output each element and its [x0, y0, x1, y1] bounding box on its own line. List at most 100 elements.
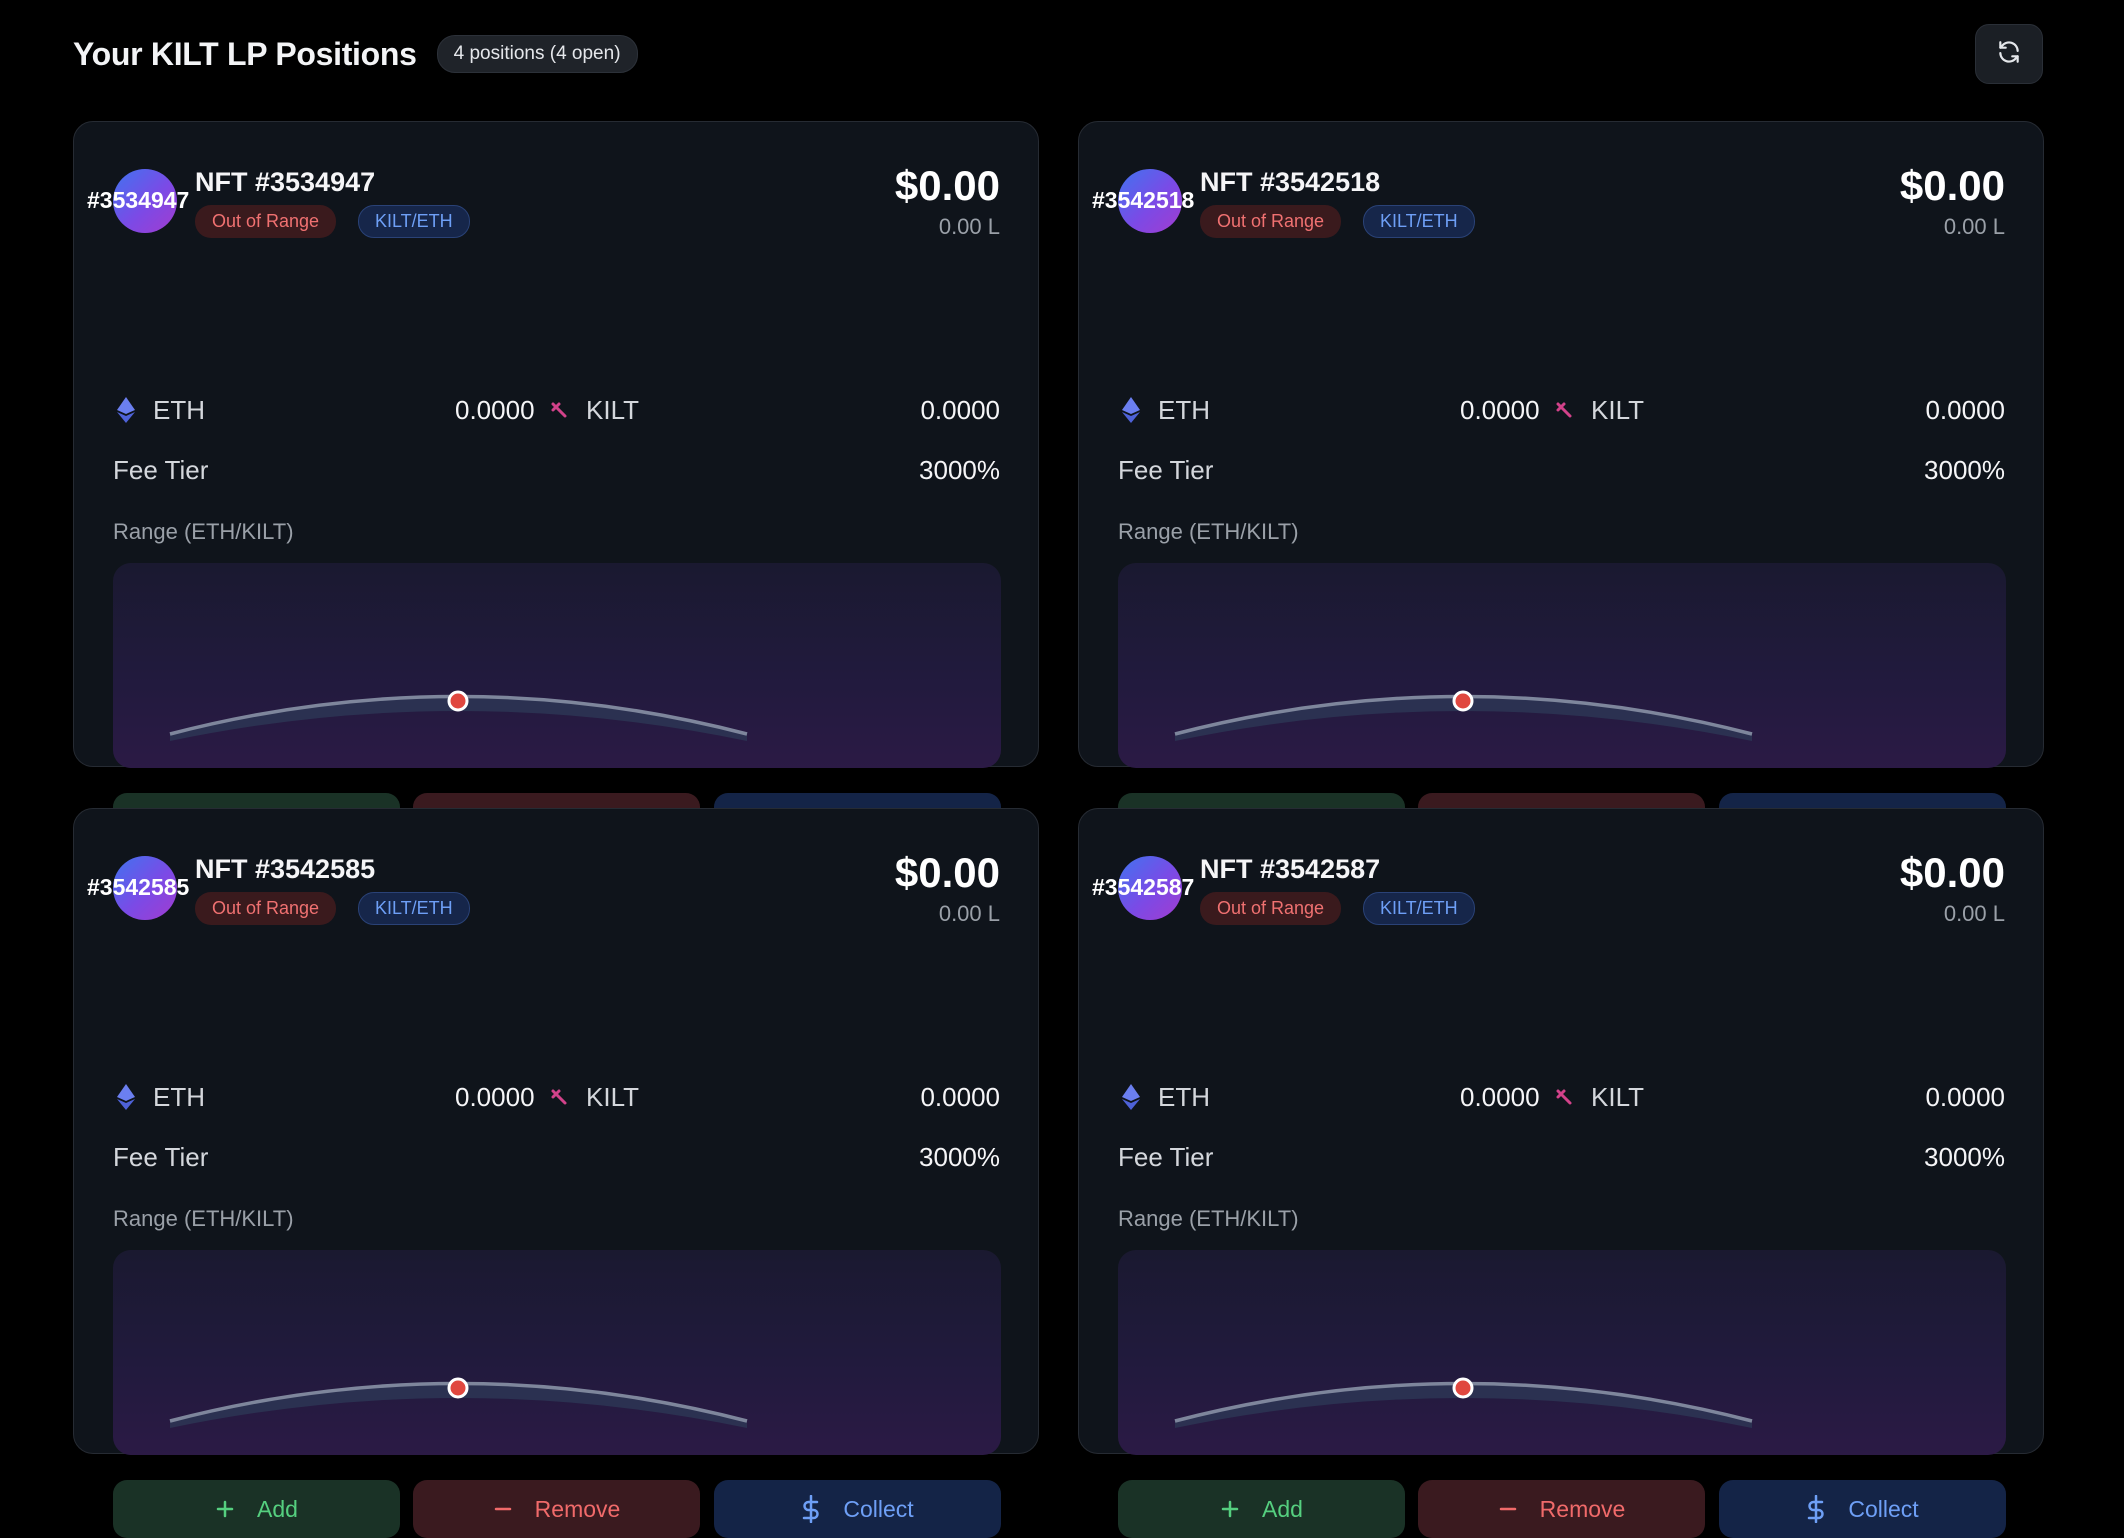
nft-title: NFT #3534947 — [195, 167, 376, 197]
kilt-amount: 0.0000 — [1925, 1081, 2005, 1112]
range-chart — [1118, 1250, 2006, 1455]
position-card: #3542518 NFT #3542518 Out of Range KILT/… — [1078, 121, 2044, 851]
pair-badge: KILT/ETH — [358, 205, 470, 238]
pair-badge: KILT/ETH — [358, 892, 470, 925]
eth-icon — [1118, 1084, 1144, 1110]
status-badge: Out of Range — [1200, 892, 1342, 925]
minus-icon — [493, 1499, 513, 1519]
kilt-token: KILT — [546, 390, 639, 430]
kilt-symbol: KILT — [586, 394, 639, 425]
kilt-icon — [546, 1084, 572, 1110]
collect-label: Collect — [1848, 1495, 1919, 1522]
eth-symbol: ETH — [1158, 1081, 1210, 1112]
card-header: #3534947 NFT #3534947 Out of Range KILT/… — [74, 122, 1038, 252]
fee-tier-value: 3000% — [1924, 455, 2005, 485]
fee-tier-label: Fee Tier — [113, 1142, 209, 1172]
plus-icon — [215, 1499, 235, 1519]
range-label: Range (ETH/KILT) — [1118, 1206, 1299, 1231]
pair-badge: KILT/ETH — [1363, 205, 1475, 238]
range-curve — [169, 690, 748, 741]
nft-title: NFT #3542518 — [1200, 167, 1381, 197]
kilt-token: KILT — [1551, 1077, 1644, 1117]
add-liquidity-button[interactable]: Add — [1118, 1480, 1405, 1538]
refresh-icon — [1996, 39, 2022, 70]
kilt-icon — [1551, 397, 1577, 423]
token-amounts-row: ETH 0.0000 KILT 0.0000 — [1118, 1077, 2005, 1117]
range-curve — [1174, 1377, 1753, 1428]
usd-value: $0.00 — [894, 849, 1000, 896]
range-chart — [113, 1250, 1001, 1455]
kilt-icon — [1551, 1084, 1577, 1110]
position-card: #3542587 NFT #3542587 Out of Range KILT/… — [1078, 808, 2044, 1538]
eth-amount: 0.0000 — [1460, 394, 1540, 425]
range-label: Range (ETH/KILT) — [113, 1206, 294, 1231]
liquidity-value: 0.00 L — [1943, 214, 2005, 239]
plus-icon — [1220, 1499, 1240, 1519]
pair-badge: KILT/ETH — [1363, 892, 1475, 925]
eth-symbol: ETH — [153, 394, 205, 425]
eth-icon — [113, 397, 139, 423]
collect-label: Collect — [843, 1495, 914, 1522]
range-chart — [1118, 563, 2006, 768]
eth-token: ETH — [113, 390, 205, 430]
remove-liquidity-button[interactable]: Remove — [1418, 1480, 1705, 1538]
range-curve — [1174, 690, 1753, 741]
add-label: Add — [257, 1495, 298, 1522]
fee-tier-label: Fee Tier — [1118, 455, 1214, 485]
kilt-symbol: KILT — [586, 1081, 639, 1112]
status-badge: Out of Range — [1200, 205, 1342, 238]
fee-tier-value: 3000% — [1924, 1142, 2005, 1172]
remove-liquidity-button[interactable]: Remove — [413, 1480, 700, 1538]
nft-title: NFT #3542585 — [195, 854, 376, 884]
card-header: #3542587 NFT #3542587 Out of Range KILT/… — [1079, 809, 2043, 939]
eth-symbol: ETH — [1158, 394, 1210, 425]
range-curve — [169, 1377, 748, 1428]
current-price-marker — [1452, 1377, 1474, 1399]
token-amounts-row: ETH 0.0000 KILT 0.0000 — [1118, 390, 2005, 430]
add-liquidity-button[interactable]: Add — [113, 1480, 400, 1538]
avatar-id: #3542518 — [1092, 187, 1195, 213]
collect-fees-button[interactable]: Collect — [1719, 1480, 2006, 1538]
liquidity-value: 0.00 L — [1943, 901, 2005, 926]
fee-tier-label: Fee Tier — [113, 455, 209, 485]
eth-symbol: ETH — [153, 1081, 205, 1112]
eth-icon — [1118, 397, 1144, 423]
usd-value: $0.00 — [1899, 162, 2005, 209]
position-card: #3534947 NFT #3534947 Out of Range KILT/… — [73, 121, 1039, 851]
liquidity-value: 0.00 L — [938, 214, 1000, 239]
positions-count-badge: 4 positions (4 open) — [436, 35, 638, 73]
token-amounts-row: ETH 0.0000 KILT 0.0000 — [113, 390, 1000, 430]
current-price-marker — [447, 1377, 469, 1399]
eth-amount: 0.0000 — [455, 394, 535, 425]
remove-label: Remove — [1539, 1495, 1626, 1522]
eth-amount: 0.0000 — [455, 1081, 535, 1112]
eth-token: ETH — [1118, 1077, 1210, 1117]
kilt-token: KILT — [546, 1077, 639, 1117]
card-header: #3542585 NFT #3542585 Out of Range KILT/… — [74, 809, 1038, 939]
remove-label: Remove — [534, 1495, 621, 1522]
liquidity-value: 0.00 L — [938, 901, 1000, 926]
eth-token: ETH — [113, 1077, 205, 1117]
page-header: Your KILT LP Positions 4 positions (4 op… — [73, 24, 2043, 84]
refresh-button[interactable] — [1975, 24, 2043, 84]
kilt-icon — [546, 397, 572, 423]
range-label: Range (ETH/KILT) — [113, 519, 294, 544]
card-header: #3542518 NFT #3542518 Out of Range KILT/… — [1079, 122, 2043, 252]
kilt-amount: 0.0000 — [920, 394, 1000, 425]
eth-amount: 0.0000 — [1460, 1081, 1540, 1112]
fee-tier-label: Fee Tier — [1118, 1142, 1214, 1172]
kilt-token: KILT — [1551, 390, 1644, 430]
current-price-marker — [447, 690, 469, 712]
range-label: Range (ETH/KILT) — [1118, 519, 1299, 544]
usd-value: $0.00 — [894, 162, 1000, 209]
avatar-id: #3542585 — [87, 874, 190, 900]
fee-tier-value: 3000% — [919, 455, 1000, 485]
position-card: #3542585 NFT #3542585 Out of Range KILT/… — [73, 808, 1039, 1538]
kilt-symbol: KILT — [1591, 394, 1644, 425]
kilt-amount: 0.0000 — [920, 1081, 1000, 1112]
add-label: Add — [1262, 1495, 1303, 1522]
collect-fees-button[interactable]: Collect — [714, 1480, 1001, 1538]
fee-tier-value: 3000% — [919, 1142, 1000, 1172]
kilt-amount: 0.0000 — [1925, 394, 2005, 425]
minus-icon — [1498, 1499, 1518, 1519]
